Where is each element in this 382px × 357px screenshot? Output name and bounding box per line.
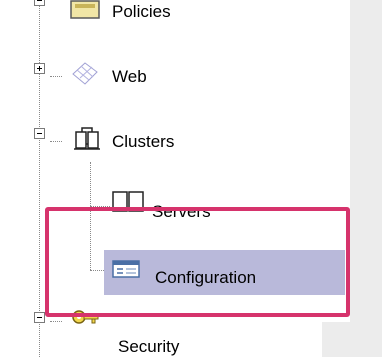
tree-item-label: Policies — [112, 2, 171, 21]
tree-line — [50, 141, 62, 142]
tree-item-label: Clusters — [112, 132, 175, 151]
expand-toggle[interactable] — [34, 63, 45, 74]
tree-line — [50, 76, 62, 77]
panel-background-lower — [322, 322, 382, 357]
panel-background — [350, 0, 382, 357]
web-icon — [72, 62, 98, 85]
collapse-toggle[interactable] — [34, 0, 45, 6]
collapse-toggle[interactable] — [34, 128, 45, 139]
annotation-highlight-box — [45, 207, 350, 317]
tree-item-label: Web — [112, 67, 147, 86]
tree-line — [50, 321, 62, 322]
clusters-icon — [74, 127, 100, 150]
policies-icon — [70, 0, 100, 19]
tree-line — [39, 0, 40, 357]
collapse-toggle[interactable] — [34, 312, 45, 323]
tree-item-label: Security — [118, 337, 180, 356]
